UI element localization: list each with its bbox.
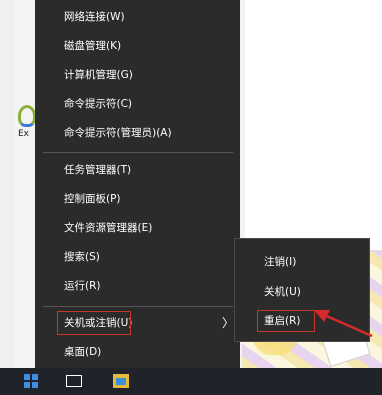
menu-item-label: 命令提示符(管理员)(A): [64, 127, 172, 139]
menu-item-search[interactable]: 搜索(S): [35, 245, 240, 270]
menu-item-control-panel[interactable]: 控制面板(P): [35, 187, 240, 212]
task-view-icon[interactable]: [66, 375, 82, 387]
menu-item-file-explorer[interactable]: 文件资源管理器(E): [35, 216, 240, 241]
desktop-left-strip: [0, 0, 14, 368]
menu-item-label: 命令提示符(C): [64, 98, 133, 110]
menu-separator: [43, 306, 233, 307]
submenu-item-label: 关机(U): [264, 286, 301, 298]
menu-item-label: 任务管理器(T): [64, 164, 132, 176]
chevron-right-icon: 〉: [222, 316, 235, 330]
file-explorer-icon[interactable]: [113, 374, 129, 388]
menu-item-label: 文件资源管理器(E): [64, 222, 153, 234]
submenu-item-label: 注销(I): [264, 256, 297, 268]
red-arrow-icon: [314, 310, 373, 338]
menu-item-desktop[interactable]: 桌面(D): [35, 340, 240, 365]
menu-item-network-connections[interactable]: 网络连接(W): [35, 5, 240, 30]
submenu-item-sign-out[interactable]: 注销(I): [235, 248, 369, 276]
windows-logo-icon[interactable]: [24, 374, 38, 388]
highlight-box: [57, 311, 131, 335]
taskbar: [0, 368, 382, 395]
menu-item-computer-management[interactable]: 计算机管理(G): [35, 63, 240, 88]
menu-item-label: 磁盘管理(K): [64, 40, 122, 52]
menu-separator: [43, 152, 233, 153]
menu-item-command-prompt[interactable]: 命令提示符(C): [35, 92, 240, 117]
menu-item-label: 桌面(D): [64, 346, 102, 358]
menu-item-label: 计算机管理(G): [64, 69, 133, 81]
app-shortcut-icon: [18, 105, 36, 127]
menu-item-task-manager[interactable]: 任务管理器(T): [35, 158, 240, 183]
menu-item-command-prompt-admin[interactable]: 命令提示符(管理员)(A): [35, 121, 240, 146]
menu-item-label: 运行(R): [64, 280, 101, 292]
menu-item-disk-management[interactable]: 磁盘管理(K): [35, 34, 240, 59]
menu-item-label: 控制面板(P): [64, 193, 121, 205]
menu-item-label: 网络连接(W): [64, 11, 125, 23]
winx-context-menu: 网络连接(W) 磁盘管理(K) 计算机管理(G) 命令提示符(C) 命令提示符(…: [35, 0, 240, 368]
menu-item-label: 搜索(S): [64, 251, 100, 263]
menu-item-run[interactable]: 运行(R): [35, 274, 240, 299]
highlight-box: [257, 310, 315, 332]
